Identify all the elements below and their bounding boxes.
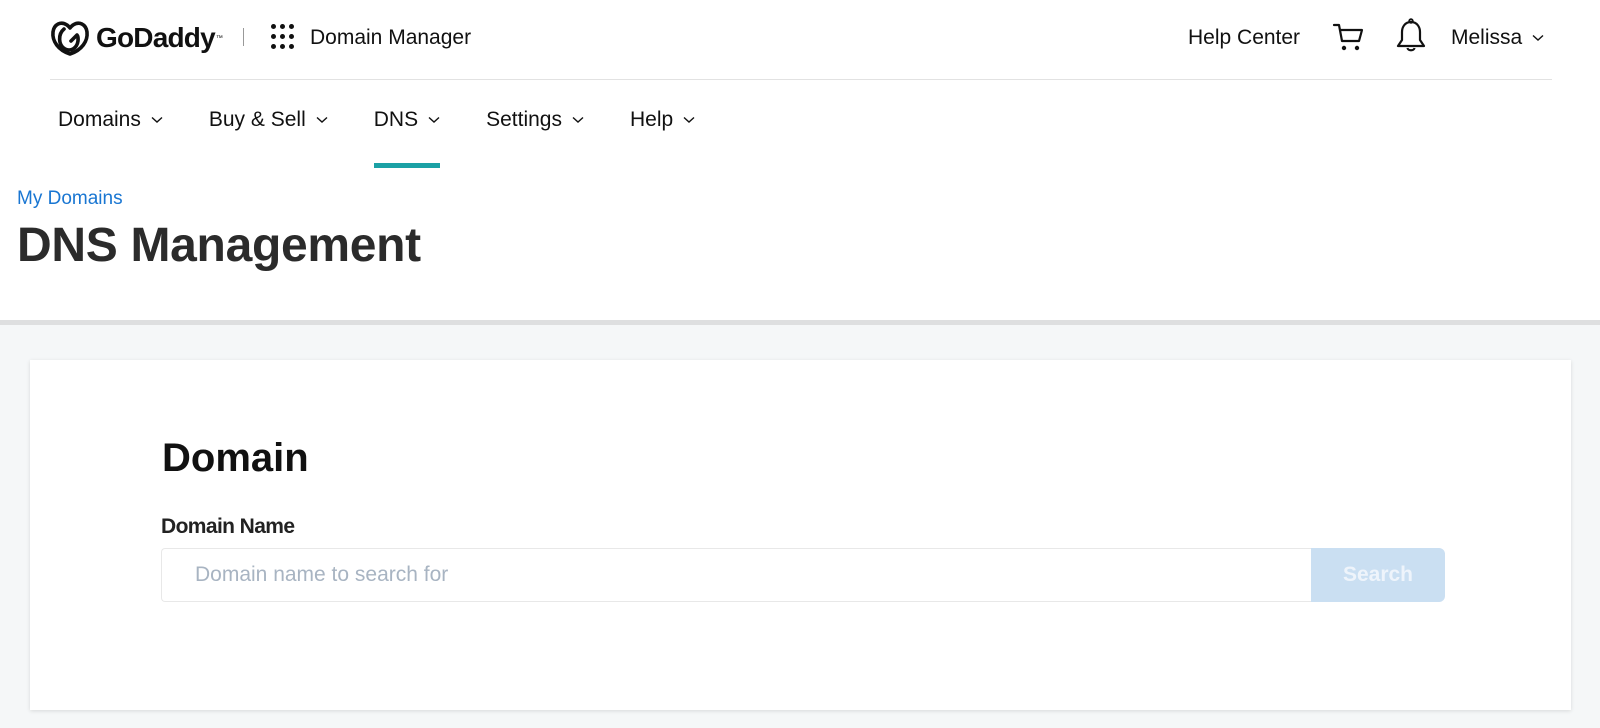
nav-item-label: DNS [373, 108, 419, 131]
nav-item-domains[interactable]: Domains [58, 108, 163, 168]
header: GoDaddy ™ Domain Manager Help Center Mel… [50, 0, 1552, 80]
godaddy-logo-icon [51, 21, 89, 56]
nav-item-label: Domains [58, 108, 141, 131]
bell-icon[interactable] [1395, 18, 1427, 54]
cart-icon[interactable] [1332, 22, 1366, 52]
nav-item-label: Help [630, 108, 674, 131]
domain-search-input[interactable] [161, 548, 1311, 602]
top-section: GoDaddy ™ Domain Manager Help Center Mel… [0, 0, 1600, 320]
breadcrumb-my-domains[interactable]: My Domains [17, 188, 123, 210]
nav-item-help[interactable]: Help [630, 108, 695, 168]
domain-search-card: Domain Domain Name Search [30, 360, 1571, 710]
domain-name-label: Domain Name [161, 515, 295, 538]
user-menu[interactable]: Melissa [1451, 26, 1544, 50]
chevron-down-icon [428, 116, 440, 123]
product-name: Domain Manager [310, 26, 472, 49]
nav-item-dns[interactable]: DNS [373, 108, 441, 168]
nav-item-label: Settings [486, 108, 562, 131]
card-title: Domain [162, 436, 309, 480]
logo-trademark: ™ [215, 34, 223, 42]
user-name: Melissa [1451, 26, 1523, 49]
logo-text: GoDaddy [96, 22, 216, 53]
chevron-down-icon [1532, 34, 1544, 41]
chevron-down-icon [572, 116, 584, 123]
chevron-down-icon [151, 116, 163, 123]
chevron-down-icon [316, 116, 328, 123]
help-center-link[interactable]: Help Center [1188, 26, 1300, 50]
domain-search-row: Search [161, 548, 1445, 602]
nav-item-settings[interactable]: Settings [486, 108, 584, 168]
search-button[interactable]: Search [1311, 548, 1445, 602]
nav-item-label: Buy & Sell [208, 108, 306, 131]
godaddy-logo[interactable]: GoDaddy ™ [50, 18, 223, 58]
header-divider [243, 28, 244, 46]
main-nav: Domains Buy & Sell DNS Settings Help [58, 108, 741, 168]
section-divider [0, 320, 1600, 325]
apps-grid-icon[interactable] [271, 24, 297, 50]
page-title: DNS Management [17, 219, 421, 272]
nav-item-buy-sell[interactable]: Buy & Sell [209, 108, 328, 168]
chevron-down-icon [683, 116, 695, 123]
